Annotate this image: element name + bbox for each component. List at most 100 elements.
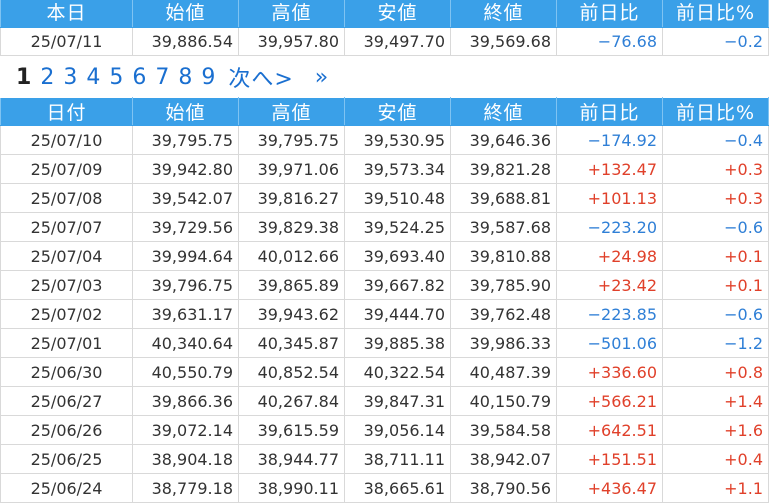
row-date: 25/06/26: [0, 415, 133, 445]
today-change: −76.68: [556, 27, 663, 56]
col-header-close: 終値: [450, 97, 557, 126]
page-link[interactable]: 2: [40, 65, 54, 90]
row-low: 38,665.61: [344, 473, 451, 503]
table-row: 25/07/08 39,542.07 39,816.27 39,510.48 39,68…: [0, 183, 769, 213]
next-page-link[interactable]: 次へ>: [228, 61, 293, 93]
row-low: 39,530.95: [344, 125, 451, 155]
row-change-pct: +0.3: [662, 183, 769, 213]
row-change-pct: +1.4: [662, 386, 769, 416]
row-low: 39,885.38: [344, 328, 451, 358]
row-change-pct: +0.1: [662, 270, 769, 300]
pagination: 1 2 3 4 5 6 7 8 9 次へ> »: [16, 61, 337, 93]
today-low: 39,497.70: [344, 27, 451, 56]
table-row: 25/07/02 39,631.17 39,943.62 39,444.70 39,76…: [0, 299, 769, 329]
row-change: −223.20: [556, 212, 663, 242]
table-row: 25/06/30 40,550.79 40,852.54 40,322.54 40,48…: [0, 357, 769, 387]
row-close: 39,646.36: [450, 125, 557, 155]
page-link[interactable]: 8: [178, 65, 192, 90]
col-header-today: 本日: [0, 0, 133, 28]
row-open: 39,994.64: [132, 241, 239, 271]
row-date: 25/07/01: [0, 328, 133, 358]
row-change-pct: −0.4: [662, 125, 769, 155]
row-change-pct: +0.8: [662, 357, 769, 387]
row-low: 39,056.14: [344, 415, 451, 445]
row-change-pct: −0.6: [662, 299, 769, 329]
last-page-link[interactable]: »: [315, 65, 328, 90]
row-change-pct: −0.6: [662, 212, 769, 242]
col-header-change-pct: 前日比%: [662, 97, 769, 126]
row-open: 38,904.18: [132, 444, 239, 474]
page-link[interactable]: 3: [63, 65, 77, 90]
row-close: 39,810.88: [450, 241, 557, 271]
row-open: 39,542.07: [132, 183, 239, 213]
row-change: +436.47: [556, 473, 663, 503]
today-open: 39,886.54: [132, 27, 239, 56]
row-open: 40,340.64: [132, 328, 239, 358]
row-open: 38,779.18: [132, 473, 239, 503]
today-row: 25/07/11 39,886.54 39,957.80 39,497.70 3…: [0, 27, 769, 56]
row-low: 39,667.82: [344, 270, 451, 300]
page-current: 1: [16, 64, 32, 90]
row-open: 39,866.36: [132, 386, 239, 416]
row-low: 39,847.31: [344, 386, 451, 416]
row-high: 40,267.84: [238, 386, 345, 416]
row-close: 39,762.48: [450, 299, 557, 329]
row-date: 25/06/24: [0, 473, 133, 503]
today-header-row: 本日 始値 高値 安値 終値 前日比 前日比%: [0, 0, 769, 28]
col-header-change-pct: 前日比%: [662, 0, 769, 28]
row-date: 25/07/09: [0, 154, 133, 184]
table-row: 25/07/03 39,796.75 39,865.89 39,667.82 39,78…: [0, 270, 769, 300]
row-date: 25/07/02: [0, 299, 133, 329]
stock-price-page: 本日 始値 高値 安値 終値 前日比 前日比% 25/07/11 39,886.…: [0, 0, 778, 503]
row-change: +566.21: [556, 386, 663, 416]
row-high: 39,971.06: [238, 154, 345, 184]
table-row: 25/07/07 39,729.56 39,829.38 39,524.25 39,58…: [0, 212, 769, 242]
col-header-close: 終値: [450, 0, 557, 28]
row-high: 40,345.87: [238, 328, 345, 358]
row-open: 39,072.14: [132, 415, 239, 445]
row-high: 39,865.89: [238, 270, 345, 300]
row-change: −501.06: [556, 328, 663, 358]
row-high: 39,795.75: [238, 125, 345, 155]
row-high: 38,944.77: [238, 444, 345, 474]
row-low: 39,444.70: [344, 299, 451, 329]
row-date: 25/07/04: [0, 241, 133, 271]
row-open: 39,729.56: [132, 212, 239, 242]
row-date: 25/07/10: [0, 125, 133, 155]
table-row: 25/06/25 38,904.18 38,944.77 38,711.11 38,94…: [0, 444, 769, 474]
row-low: 39,524.25: [344, 212, 451, 242]
row-low: 39,510.48: [344, 183, 451, 213]
table-row: 25/07/09 39,942.80 39,971.06 39,573.34 39,82…: [0, 154, 769, 184]
row-change-pct: +0.3: [662, 154, 769, 184]
history-table-body: 25/07/10 39,795.75 39,795.75 39,530.95 39,64…: [0, 125, 769, 503]
row-open: 39,631.17: [132, 299, 239, 329]
page-link[interactable]: 4: [86, 65, 100, 90]
row-date: 25/06/25: [0, 444, 133, 474]
row-change-pct: +1.1: [662, 473, 769, 503]
row-high: 39,615.59: [238, 415, 345, 445]
row-low: 40,322.54: [344, 357, 451, 387]
today-high: 39,957.80: [238, 27, 345, 56]
page-link[interactable]: 6: [132, 65, 146, 90]
row-open: 40,550.79: [132, 357, 239, 387]
row-date: 25/07/08: [0, 183, 133, 213]
table-row: 25/06/24 38,779.18 38,990.11 38,665.61 38,79…: [0, 473, 769, 503]
row-change: −174.92: [556, 125, 663, 155]
row-change: +23.42: [556, 270, 663, 300]
row-change-pct: −1.2: [662, 328, 769, 358]
page-link[interactable]: 9: [201, 65, 215, 90]
row-open: 39,795.75: [132, 125, 239, 155]
row-close: 40,487.39: [450, 357, 557, 387]
col-header-date: 日付: [0, 97, 133, 126]
row-close: 38,942.07: [450, 444, 557, 474]
col-header-open: 始値: [132, 0, 239, 28]
row-low: 39,573.34: [344, 154, 451, 184]
page-link[interactable]: 7: [155, 65, 169, 90]
row-change-pct: +0.4: [662, 444, 769, 474]
table-row: 25/07/10 39,795.75 39,795.75 39,530.95 39,64…: [0, 125, 769, 155]
col-header-high: 高値: [238, 97, 345, 126]
page-link[interactable]: 5: [109, 65, 123, 90]
row-low: 39,693.40: [344, 241, 451, 271]
today-close: 39,569.68: [450, 27, 557, 56]
history-price-table: 日付 始値 高値 安値 終値 前日比 前日比% 25/07/10 39,795.7…: [0, 97, 769, 503]
